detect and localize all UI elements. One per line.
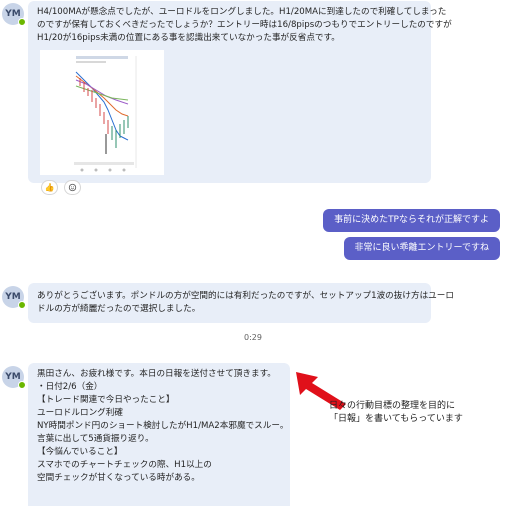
message-line: 空間チェックが甘くなっている時がある。: [37, 473, 200, 483]
avatar-initials: YM: [5, 9, 21, 19]
thumbs-up-icon[interactable]: 👍: [41, 180, 58, 195]
reply-bubble[interactable]: 非常に良い乖離エントリーですね: [343, 237, 500, 260]
message-line: ありがとうございます。ポンドルの方が空間的には有利だったのですが、セットアップ1…: [37, 291, 454, 301]
reply-text: 事前に決めたTPならそれが正解ですよ: [334, 215, 489, 225]
add-reaction-glyph: [68, 183, 77, 192]
message-line: NY時間ポンド円のショート検討したがH1/MA2本邪魔でスルー。: [37, 421, 289, 431]
avatar[interactable]: YM: [2, 366, 26, 389]
message-line: 【今悩んでいること】: [37, 447, 123, 457]
annotation-note: 日々の行動目標の整理を目的に 「日報」を書いてもらっています: [329, 400, 463, 426]
message-line: H4/100MAが懸念点でしたが、ユーロドルをロングしました。H1/20MAに到…: [37, 7, 447, 17]
message-line: 言葉に出して5通貨振り返り。: [37, 434, 154, 444]
message-line: ユーロドルロング利確: [37, 408, 123, 418]
message-bubble[interactable]: 黒田さん、お疲れ様です。本日の日報を送付させて頂きます。 ・日付2/6（金） 【…: [28, 363, 290, 506]
chart-screenshot-image[interactable]: [40, 50, 164, 175]
message-line: ・日付2/6（金）: [37, 382, 103, 392]
reply-bubble[interactable]: 事前に決めたTPならそれが正解ですよ: [323, 209, 500, 232]
message-line: のですが保有しておくべきだったでしょうか？エントリー時は16/8pipsのつもり…: [37, 20, 452, 30]
annotation-line: 「日報」を書いてもらっています: [329, 414, 463, 424]
message-line: スマホでのチャートチェックの際、H1以上の: [37, 460, 212, 470]
reaction-emoji: 👍: [44, 183, 55, 192]
add-reaction-icon[interactable]: [64, 180, 81, 195]
message-line: 【トレード関連で今日やったこと】: [37, 395, 175, 405]
message-bubble[interactable]: ありがとうございます。ポンドルの方が空間的には有利だったのですが、セットアップ1…: [28, 283, 454, 323]
avatar[interactable]: YM: [2, 286, 26, 309]
presence-available-icon: [18, 18, 26, 26]
annotation-line: 日々の行動目標の整理を目的に: [329, 401, 456, 411]
message-line: H1/20が16pips未満の位置にある事を認識出来ていなかった事が反省点です。: [37, 33, 340, 43]
message-line: ドルの方が綺麗だったので選択しました。: [37, 304, 201, 314]
presence-available-icon: [18, 301, 26, 309]
message-line: 黒田さん、お疲れ様です。本日の日報を送付させて頂きます。: [37, 369, 276, 379]
avatar-initials: YM: [5, 372, 21, 382]
avatar[interactable]: YM: [2, 3, 26, 26]
timestamp: 0:29: [244, 333, 262, 342]
avatar-initials: YM: [5, 292, 21, 302]
presence-available-icon: [18, 381, 26, 389]
reply-text: 非常に良い乖離エントリーですね: [354, 243, 489, 253]
